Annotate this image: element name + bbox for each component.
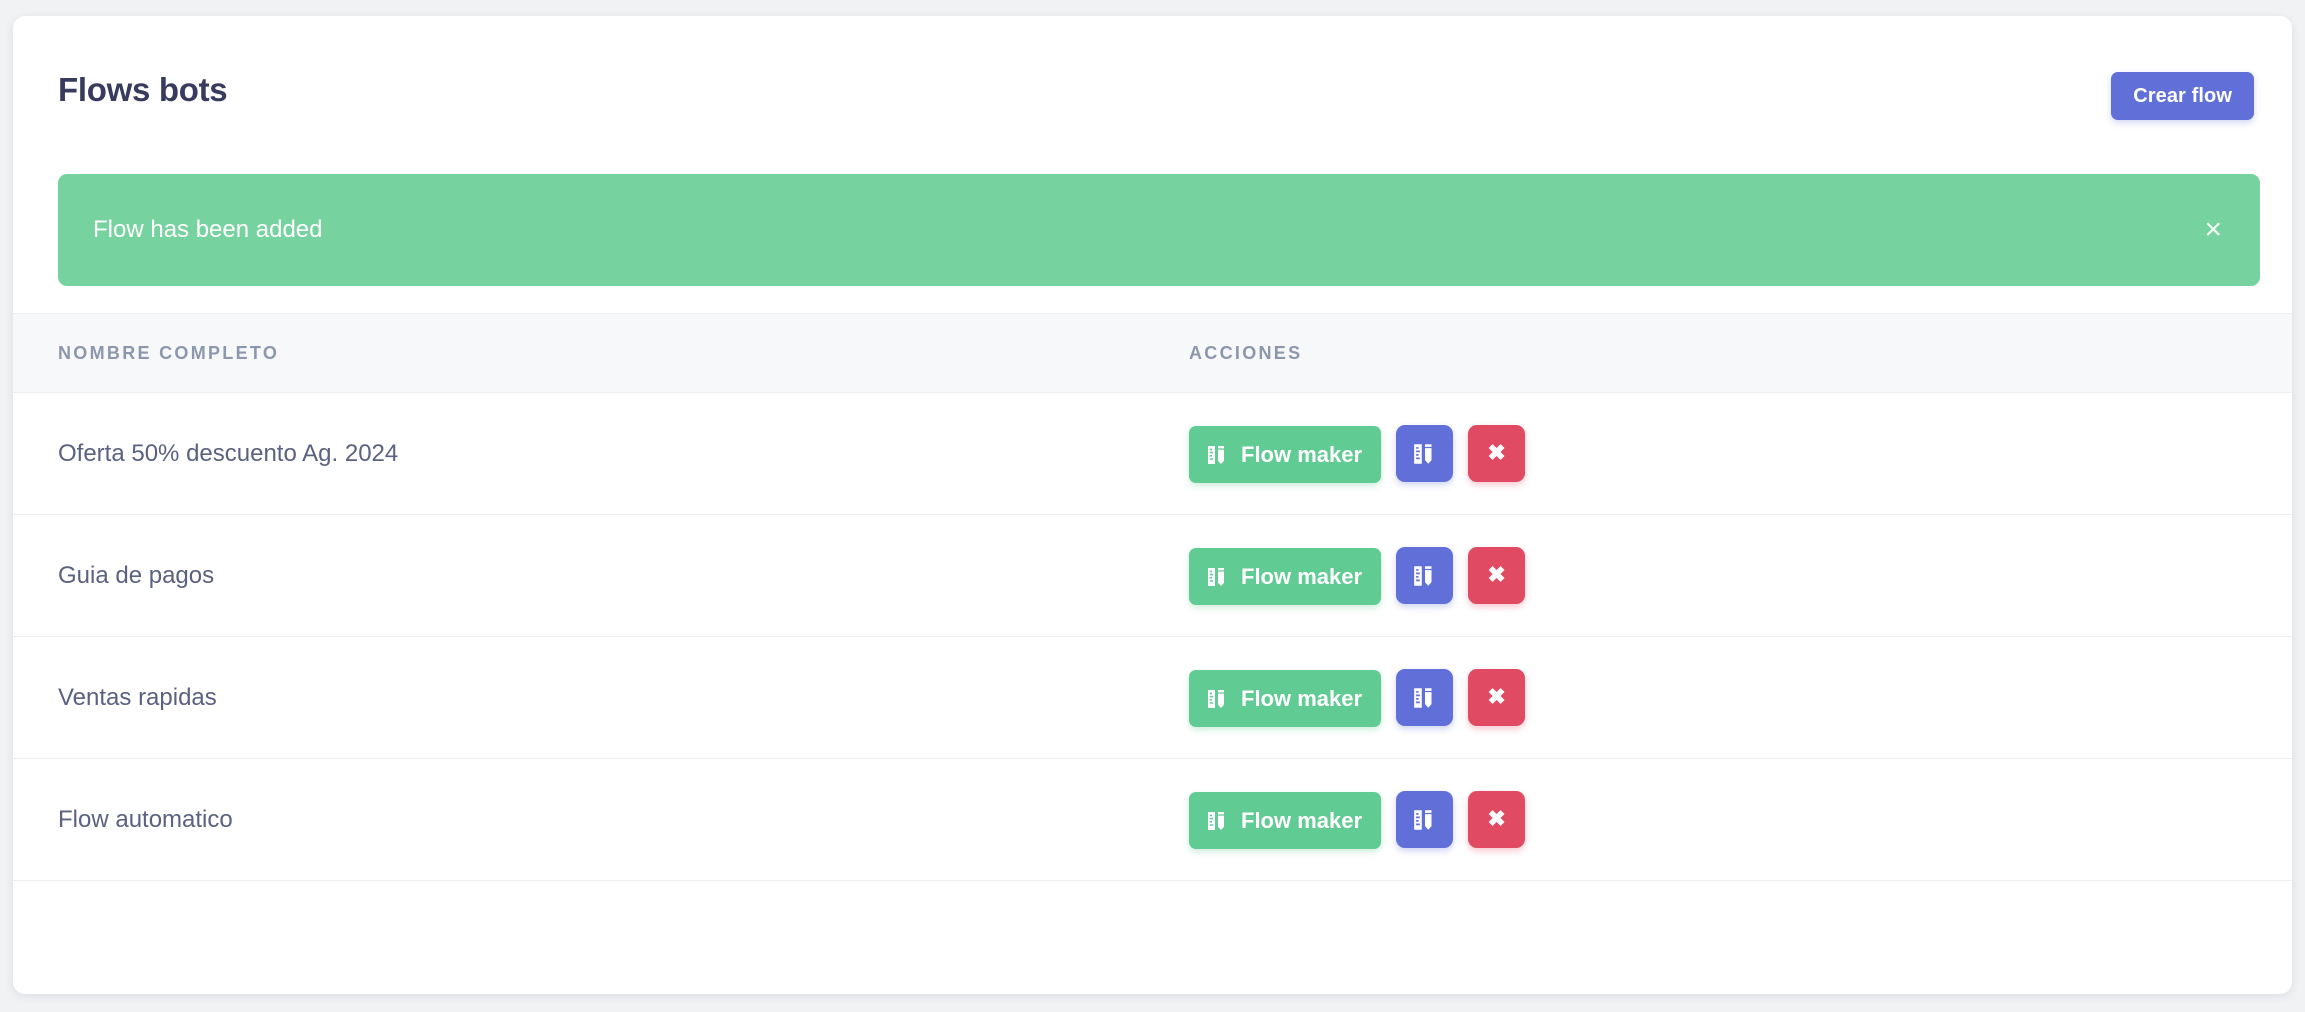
flow-maker-label: Flow maker (1241, 807, 1363, 833)
row-actions: Flow maker ✖ (1189, 424, 2292, 483)
table-footer-space (13, 881, 2292, 977)
column-header-nombre-completo: NOMBRE COMPLETO (58, 342, 280, 363)
table-row: Flow automatico Flow maker ✖ (13, 759, 2292, 881)
edit-flow-button[interactable] (1396, 791, 1454, 848)
edit-flow-button[interactable] (1396, 425, 1454, 482)
delete-flow-button[interactable]: ✖ (1468, 425, 1526, 482)
close-icon[interactable]: × (2198, 215, 2228, 245)
row-actions: Flow maker ✖ (1189, 790, 2292, 849)
pencil-ruler-icon (1206, 565, 1230, 589)
flow-maker-label: Flow maker (1241, 685, 1363, 711)
flows-table: NOMBRE COMPLETO ACCIONES Oferta 50% desc… (13, 313, 2292, 977)
table-header-row: NOMBRE COMPLETO ACCIONES (13, 313, 2292, 393)
page-root: Flows bots Crear flow Flow has been adde… (0, 0, 2305, 1012)
flow-name: Oferta 50% descuento Ag. 2024 (58, 439, 399, 467)
flow-maker-button[interactable]: Flow maker (1189, 548, 1382, 605)
pencil-ruler-icon (1206, 687, 1230, 711)
times-icon: ✖ (1487, 805, 1506, 831)
pencil-ruler-icon (1412, 563, 1438, 589)
delete-flow-button[interactable]: ✖ (1468, 791, 1526, 848)
flow-name: Guia de pagos (58, 561, 215, 589)
times-icon: ✖ (1487, 683, 1506, 709)
edit-flow-button[interactable] (1396, 669, 1454, 726)
pencil-ruler-icon (1412, 807, 1438, 833)
alert-message: Flow has been added (93, 216, 323, 243)
card-header: Flows bots Crear flow (13, 16, 2292, 142)
table-row: Ventas rapidas Flow maker ✖ (13, 637, 2292, 759)
page-title: Flows bots (58, 71, 228, 108)
row-actions: Flow maker ✖ (1189, 546, 2292, 605)
flow-maker-label: Flow maker (1241, 441, 1363, 467)
delete-flow-button[interactable]: ✖ (1468, 669, 1526, 726)
flow-maker-button[interactable]: Flow maker (1189, 792, 1382, 849)
flow-name: Ventas rapidas (58, 683, 217, 711)
edit-flow-button[interactable] (1396, 547, 1454, 604)
column-header-acciones: ACCIONES (1189, 342, 1303, 363)
times-icon: ✖ (1487, 439, 1506, 465)
delete-flow-button[interactable]: ✖ (1468, 547, 1526, 604)
pencil-ruler-icon (1412, 441, 1438, 467)
pencil-ruler-icon (1206, 443, 1230, 467)
flow-maker-label: Flow maker (1241, 563, 1363, 589)
pencil-ruler-icon (1412, 685, 1438, 711)
flows-bots-card: Flows bots Crear flow Flow has been adde… (13, 16, 2292, 994)
flow-maker-button[interactable]: Flow maker (1189, 426, 1382, 483)
table-row: Oferta 50% descuento Ag. 2024 Flow maker (13, 393, 2292, 515)
table-row: Guia de pagos Flow maker ✖ (13, 515, 2292, 637)
flow-maker-button[interactable]: Flow maker (1189, 670, 1382, 727)
flow-name: Flow automatico (58, 805, 233, 833)
times-icon: ✖ (1487, 561, 1506, 587)
row-actions: Flow maker ✖ (1189, 668, 2292, 727)
create-flow-button[interactable]: Crear flow (2111, 72, 2254, 120)
success-alert: Flow has been added × (58, 174, 2260, 286)
pencil-ruler-icon (1206, 809, 1230, 833)
